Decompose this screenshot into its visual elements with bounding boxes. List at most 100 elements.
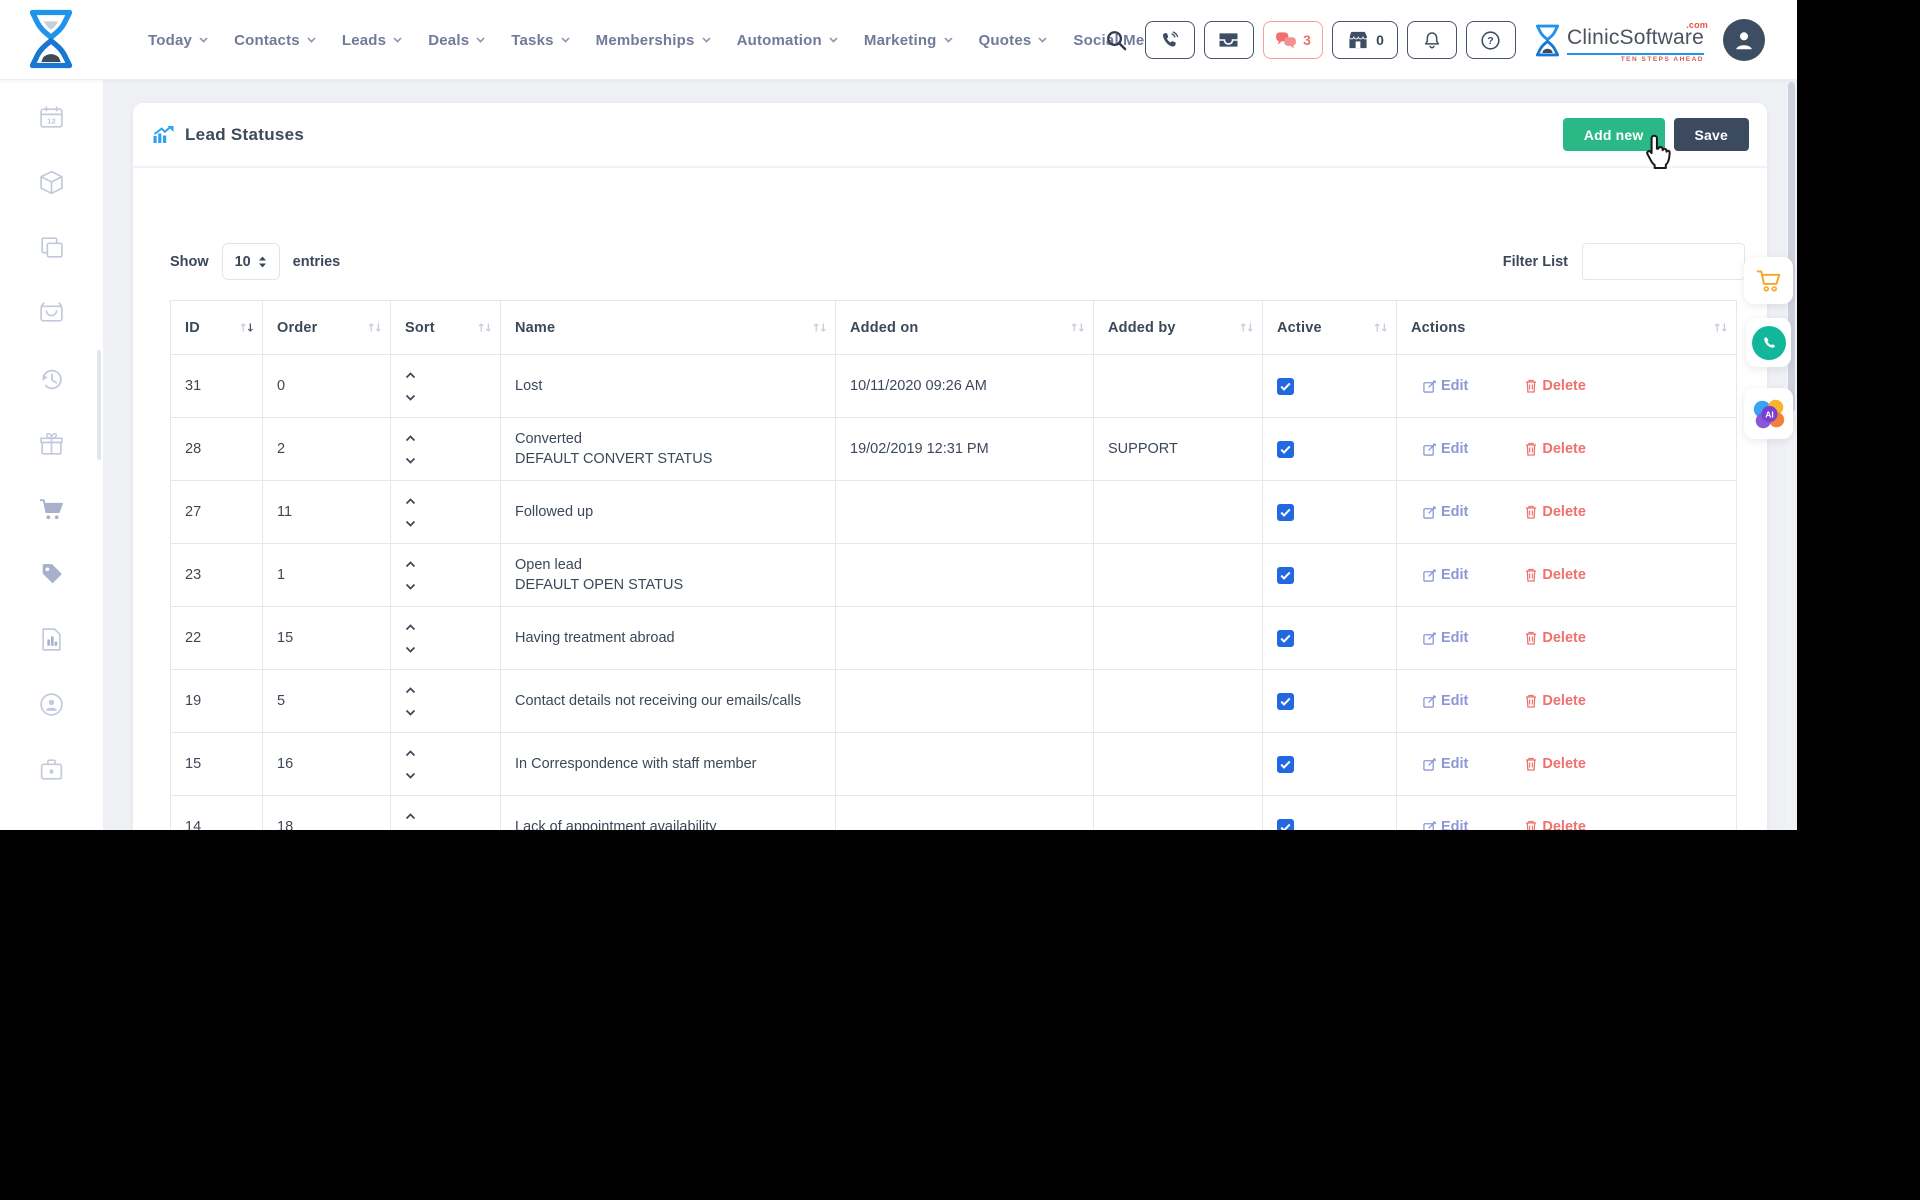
move-down-button[interactable]: [405, 520, 417, 527]
gift-icon[interactable]: [38, 431, 65, 458]
column-header-active[interactable]: Active↑↓: [1263, 301, 1397, 355]
column-header-added-on[interactable]: Added on↑↓: [836, 301, 1094, 355]
cart-icon[interactable]: [38, 496, 65, 523]
delete-button[interactable]: Delete: [1525, 378, 1586, 394]
nav-label: Deals: [428, 32, 469, 49]
clinicsoftware-logo-icon[interactable]: [28, 9, 74, 74]
edit-button[interactable]: Edit: [1423, 756, 1468, 772]
phone-button[interactable]: [1145, 21, 1195, 59]
move-up-button[interactable]: [405, 624, 417, 631]
move-down-button[interactable]: [405, 583, 417, 590]
delete-button[interactable]: Delete: [1525, 756, 1586, 772]
sort-icon: ↑↓: [812, 321, 826, 334]
status-name: Open lead: [515, 557, 823, 573]
package-icon[interactable]: [38, 169, 65, 196]
move-down-button[interactable]: [405, 394, 417, 401]
move-up-button[interactable]: [405, 498, 417, 505]
column-header-order[interactable]: Order↑↓: [263, 301, 391, 355]
nav-item-marketing[interactable]: Marketing: [864, 32, 953, 49]
active-checkbox[interactable]: [1277, 630, 1294, 647]
basket-icon[interactable]: [38, 299, 65, 326]
column-header-added-by[interactable]: Added by↑↓: [1094, 301, 1263, 355]
delete-button[interactable]: Delete: [1525, 819, 1586, 830]
move-down-button[interactable]: [405, 646, 417, 653]
page-scrollbar[interactable]: [1786, 80, 1797, 830]
entries-select[interactable]: 10: [222, 243, 280, 280]
tag-icon[interactable]: [38, 561, 65, 588]
active-checkbox[interactable]: [1277, 378, 1294, 395]
status-name: Contact details not receiving our emails…: [515, 693, 823, 709]
edit-button[interactable]: Edit: [1423, 630, 1468, 646]
delete-button[interactable]: Delete: [1525, 693, 1586, 709]
edit-button[interactable]: Edit: [1423, 504, 1468, 520]
chat-button[interactable]: 3: [1263, 21, 1323, 59]
case-icon[interactable]: [38, 756, 65, 783]
move-down-button[interactable]: [405, 772, 417, 779]
help-button[interactable]: ?: [1466, 21, 1516, 59]
delete-button[interactable]: Delete: [1525, 567, 1586, 583]
column-header-id[interactable]: ID↑↓: [171, 301, 263, 355]
column-header-actions[interactable]: Actions↑↓: [1397, 301, 1737, 355]
cart-icon: [1755, 268, 1783, 293]
move-down-button[interactable]: [405, 709, 417, 716]
filter-input[interactable]: [1582, 243, 1745, 280]
copy-icon[interactable]: [38, 234, 65, 261]
edit-button[interactable]: Edit: [1423, 693, 1468, 709]
nav-item-deals[interactable]: Deals: [428, 32, 485, 49]
nav-item-leads[interactable]: Leads: [342, 32, 402, 49]
nav-item-contacts[interactable]: Contacts: [234, 32, 316, 49]
trash-icon: [1525, 694, 1537, 708]
edit-button[interactable]: Edit: [1423, 567, 1468, 583]
calendar-icon[interactable]: 12: [38, 104, 65, 131]
report-icon[interactable]: [38, 626, 65, 653]
row-order: 0: [277, 378, 285, 394]
edit-icon: [1423, 758, 1436, 771]
sidebar-scrollbar[interactable]: [97, 350, 101, 460]
active-checkbox[interactable]: [1277, 756, 1294, 773]
move-up-button[interactable]: [405, 435, 417, 442]
notifications-button[interactable]: [1407, 21, 1457, 59]
contact-badge-icon[interactable]: [38, 691, 65, 718]
active-checkbox[interactable]: [1277, 567, 1294, 584]
row-added-on: 10/11/2020 09:26 AM: [850, 378, 987, 394]
active-checkbox[interactable]: [1277, 441, 1294, 458]
move-up-button[interactable]: [405, 687, 417, 694]
edit-button[interactable]: Edit: [1423, 441, 1468, 457]
edit-icon: [1423, 695, 1436, 708]
active-checkbox[interactable]: [1277, 504, 1294, 521]
edit-button[interactable]: Edit: [1423, 378, 1468, 394]
row-order: 2: [277, 441, 285, 457]
active-checkbox[interactable]: [1277, 819, 1294, 831]
nav-item-tasks[interactable]: Tasks: [511, 32, 569, 49]
delete-button[interactable]: Delete: [1525, 504, 1586, 520]
edit-button[interactable]: Edit: [1423, 819, 1468, 830]
nav-item-quotes[interactable]: Quotes: [979, 32, 1048, 49]
active-checkbox[interactable]: [1277, 693, 1294, 710]
move-down-button[interactable]: [405, 457, 417, 464]
floating-cart-button[interactable]: [1744, 257, 1793, 304]
column-header-sort[interactable]: Sort↑↓: [391, 301, 501, 355]
floating-ai-button[interactable]: AI: [1744, 388, 1793, 439]
main-nav: Today Contacts Leads Deals Tasks Members…: [148, 0, 1167, 80]
move-up-button[interactable]: [405, 750, 417, 757]
user-avatar[interactable]: [1723, 19, 1765, 61]
nav-item-today[interactable]: Today: [148, 32, 208, 49]
inbox-button[interactable]: [1204, 21, 1254, 59]
save-button[interactable]: Save: [1674, 118, 1750, 151]
store-button[interactable]: 0: [1332, 21, 1398, 59]
add-new-button[interactable]: Add new: [1563, 118, 1665, 151]
status-name: Followed up: [515, 504, 823, 520]
search-icon[interactable]: [1105, 29, 1128, 52]
floating-whatsapp-button[interactable]: [1746, 318, 1791, 367]
history-icon[interactable]: [38, 366, 65, 393]
delete-button[interactable]: Delete: [1525, 441, 1586, 457]
move-up-button[interactable]: [405, 372, 417, 379]
nav-item-memberships[interactable]: Memberships: [596, 32, 711, 49]
clinicsoftware-brand[interactable]: ClinicSoftware.comTEN STEPS AHEAD: [1535, 24, 1704, 57]
delete-button[interactable]: Delete: [1525, 630, 1586, 646]
column-header-name[interactable]: Name↑↓: [501, 301, 836, 355]
nav-item-automation[interactable]: Automation: [737, 32, 838, 49]
nav-label: Marketing: [864, 32, 937, 49]
move-up-button[interactable]: [405, 561, 417, 568]
move-up-button[interactable]: [405, 813, 417, 820]
